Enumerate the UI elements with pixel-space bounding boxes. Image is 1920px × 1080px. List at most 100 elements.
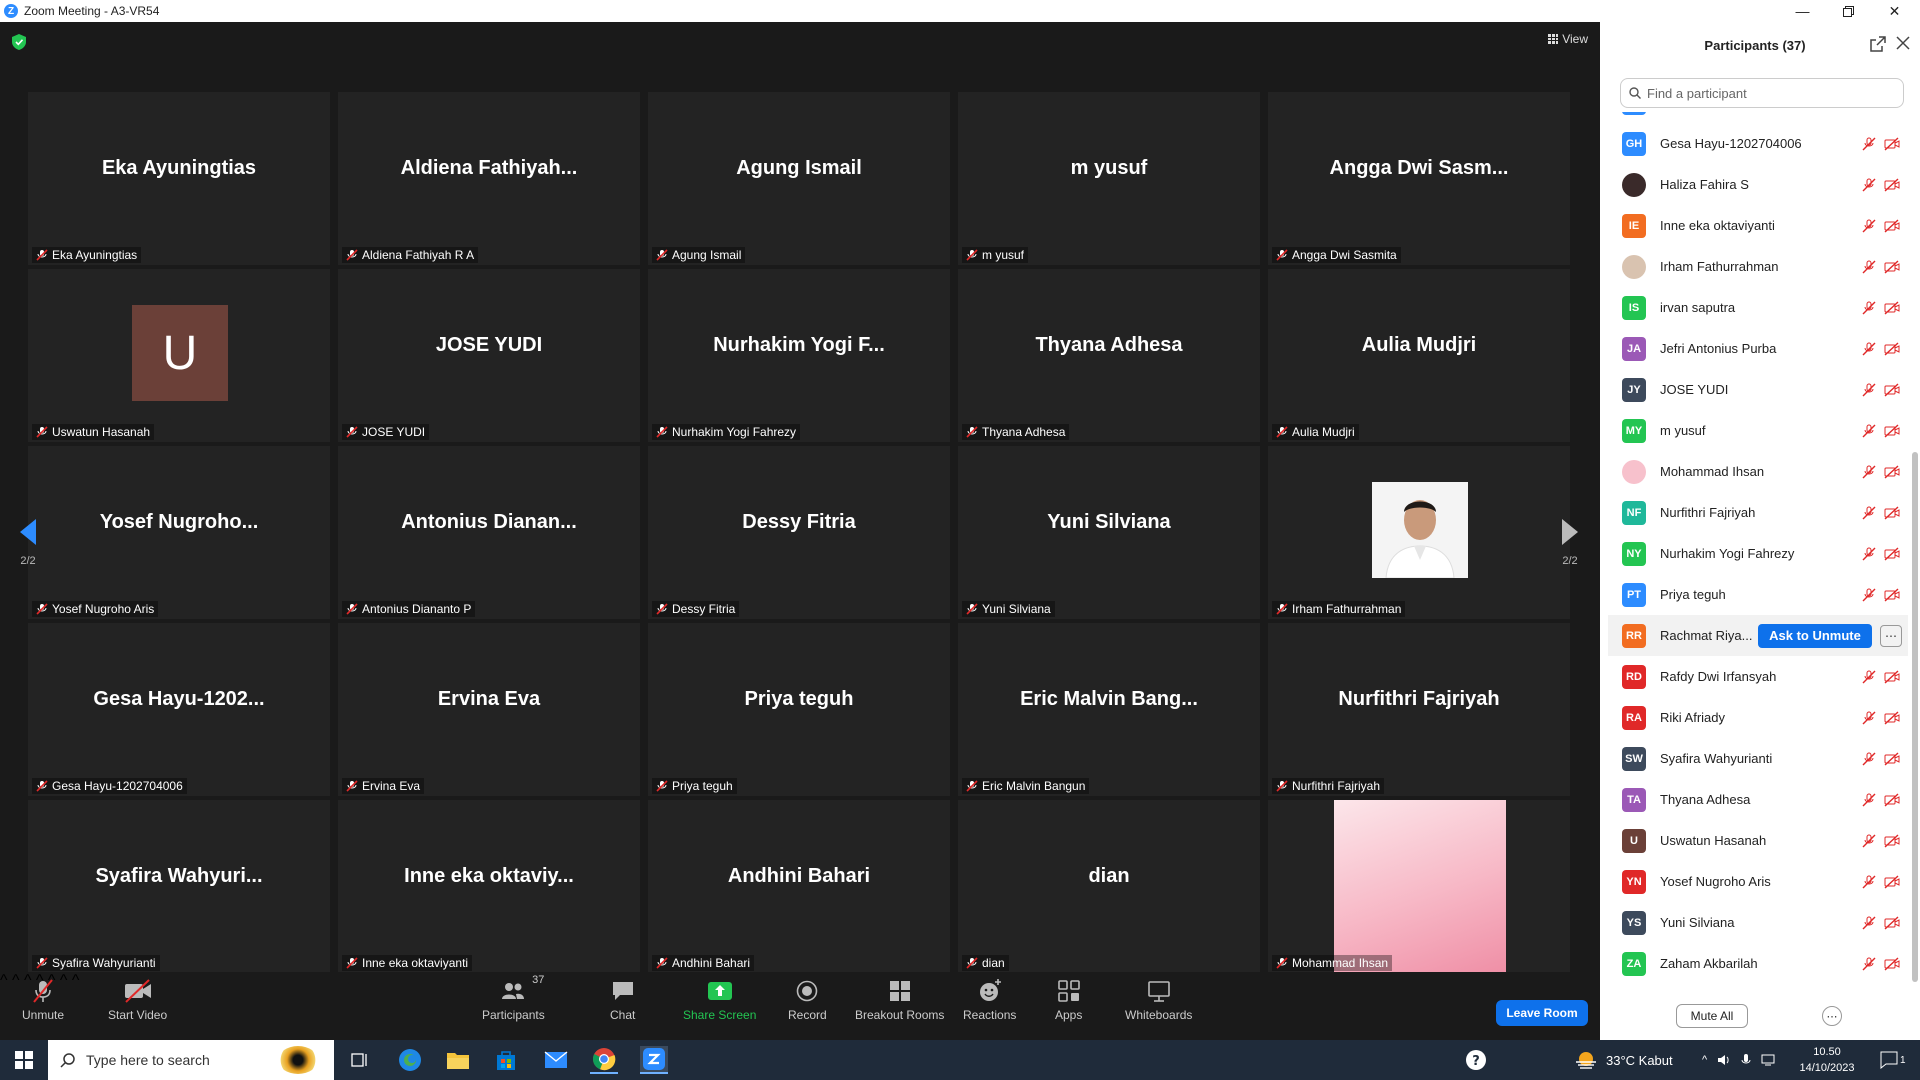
video-tile[interactable]: Nurhakim Yogi F... Nurhakim Yogi Fahrezy xyxy=(648,269,950,442)
video-off-icon[interactable] xyxy=(1884,546,1900,561)
muted-mic-icon[interactable] xyxy=(1862,301,1876,315)
video-tile[interactable]: Irham Fathurrahman xyxy=(1268,446,1570,619)
participant-row[interactable]: RD Rafdy Dwi Irfansyah xyxy=(1608,656,1908,697)
video-tile[interactable]: JOSE YUDI JOSE YUDI xyxy=(338,269,640,442)
participant-row[interactable]: Mohammad Ihsan xyxy=(1608,451,1908,492)
participant-row[interactable]: JA Jefri Antonius Purba xyxy=(1608,328,1908,369)
muted-mic-icon[interactable] xyxy=(1862,793,1876,807)
video-tile[interactable]: Eka Ayuningtias Eka Ayuningtias xyxy=(28,92,330,265)
video-tile[interactable]: Yuni Silviana Yuni Silviana xyxy=(958,446,1260,619)
participant-row[interactable]: Irham Fathurrahman xyxy=(1608,246,1908,287)
help-tray-button[interactable]: ? xyxy=(1462,1046,1490,1074)
video-tile[interactable]: Ervina Eva Ervina Eva xyxy=(338,623,640,796)
video-tile[interactable]: Angga Dwi Sasm... Angga Dwi Sasmita xyxy=(1268,92,1570,265)
participant-row[interactable]: SW Syafira Wahyurianti xyxy=(1608,738,1908,779)
participant-row[interactable]: YS Yuni Silviana xyxy=(1608,902,1908,943)
start-button[interactable] xyxy=(10,1046,38,1074)
video-off-icon[interactable] xyxy=(1884,259,1900,274)
participant-row[interactable]: PT Priya teguh xyxy=(1608,574,1908,615)
muted-mic-icon[interactable] xyxy=(1862,875,1876,889)
participant-row[interactable]: TA Thyana Adhesa xyxy=(1608,779,1908,820)
view-button[interactable]: View xyxy=(1548,32,1588,46)
muted-mic-icon[interactable] xyxy=(1862,424,1876,438)
muted-mic-icon[interactable] xyxy=(1862,547,1876,561)
muted-mic-icon[interactable] xyxy=(1862,260,1876,274)
previous-page-button[interactable]: 2/2 xyxy=(8,488,48,598)
video-tile[interactable]: Yosef Nugroho... Yosef Nugroho Aris xyxy=(28,446,330,619)
video-off-icon[interactable] xyxy=(1884,464,1900,479)
restore-button[interactable] xyxy=(1826,0,1871,22)
video-tile[interactable]: Nurfithri Fajriyah Nurfithri Fajriyah xyxy=(1268,623,1570,796)
next-page-button[interactable]: 2/2 xyxy=(1550,488,1590,598)
muted-mic-icon[interactable] xyxy=(1862,383,1876,397)
muted-mic-icon[interactable] xyxy=(1862,342,1876,356)
video-tile[interactable]: m yusuf m yusuf xyxy=(958,92,1260,265)
video-off-icon[interactable] xyxy=(1884,300,1900,315)
participant-row[interactable]: NY Nurhakim Yogi Fahrezy xyxy=(1608,533,1908,574)
close-window-button[interactable]: ✕ xyxy=(1872,0,1917,22)
video-off-icon[interactable] xyxy=(1884,341,1900,356)
muted-mic-icon[interactable] xyxy=(1862,588,1876,602)
participant-row[interactable]: RA Riki Afriady xyxy=(1608,697,1908,738)
muted-mic-icon[interactable] xyxy=(1862,465,1876,479)
video-tile[interactable]: Dessy Fitria Dessy Fitria xyxy=(648,446,950,619)
participant-row[interactable]: U Uswatun Hasanah xyxy=(1608,820,1908,861)
chrome-app[interactable] xyxy=(590,1046,618,1074)
video-tile[interactable]: Gesa Hayu-1202... Gesa Hayu-1202704006 xyxy=(28,623,330,796)
chevron-up-icon[interactable]: ^ xyxy=(1702,1054,1707,1066)
muted-mic-icon[interactable] xyxy=(1862,711,1876,725)
video-off-icon[interactable] xyxy=(1884,874,1900,889)
muted-mic-icon[interactable] xyxy=(1862,752,1876,766)
mail-app[interactable] xyxy=(542,1046,570,1074)
muted-mic-icon[interactable] xyxy=(1862,219,1876,233)
chat-button[interactable]: Chat xyxy=(610,978,635,1022)
participant-row[interactable]: RR Rachmat Riya... Ask to Unmute ⋯ xyxy=(1608,615,1908,656)
video-off-icon[interactable] xyxy=(1884,218,1900,233)
muted-mic-icon[interactable] xyxy=(1862,178,1876,192)
video-off-icon[interactable] xyxy=(1884,423,1900,438)
video-off-icon[interactable] xyxy=(1884,915,1900,930)
video-off-icon[interactable] xyxy=(1884,136,1900,151)
network-icon[interactable] xyxy=(1761,1053,1777,1067)
video-tile[interactable]: Agung Ismail Agung Ismail xyxy=(648,92,950,265)
video-off-icon[interactable] xyxy=(1884,792,1900,807)
muted-mic-icon[interactable] xyxy=(1862,957,1876,971)
weather-widget[interactable]: 33°C Kabut xyxy=(1574,1040,1673,1080)
video-off-icon[interactable] xyxy=(1884,956,1900,971)
breakout-rooms-button[interactable]: Breakout Rooms xyxy=(855,978,944,1022)
leave-room-button[interactable]: Leave Room xyxy=(1496,1000,1588,1026)
participant-row[interactable]: ZA Zaham Akbarilah xyxy=(1608,943,1908,984)
reactions-button[interactable]: Reactions xyxy=(963,978,1016,1022)
video-off-icon[interactable] xyxy=(1884,669,1900,684)
muted-mic-icon[interactable] xyxy=(1862,916,1876,930)
mute-all-button[interactable]: Mute All xyxy=(1676,1004,1748,1028)
file-explorer-app[interactable] xyxy=(444,1046,472,1074)
participant-row[interactable]: YN Yosef Nugroho Aris xyxy=(1608,861,1908,902)
apps-button[interactable]: Apps xyxy=(1055,978,1082,1022)
notifications-button[interactable]: 1 xyxy=(1880,1040,1906,1080)
whiteboards-button[interactable]: Whiteboards xyxy=(1125,978,1192,1022)
video-tile[interactable]: Eric Malvin Bang... Eric Malvin Bangun xyxy=(958,623,1260,796)
video-off-icon[interactable] xyxy=(1884,833,1900,848)
unmute-button[interactable]: Unmute xyxy=(22,978,64,1022)
participant-row[interactable] xyxy=(1608,112,1908,123)
participant-row[interactable]: JY JOSE YUDI xyxy=(1608,369,1908,410)
video-tile[interactable]: Andhini Bahari Andhini Bahari xyxy=(648,800,950,973)
video-options-caret-icon[interactable]: ^ xyxy=(12,972,20,989)
task-view-button[interactable] xyxy=(346,1046,374,1074)
participant-list-scrollbar[interactable] xyxy=(1912,452,1918,982)
microphone-icon[interactable] xyxy=(1741,1053,1751,1067)
video-tile[interactable]: Syafira Wahyuri... Syafira Wahyurianti xyxy=(28,800,330,973)
video-off-icon[interactable] xyxy=(1884,382,1900,397)
edge-app[interactable] xyxy=(396,1046,424,1074)
video-tile[interactable]: Thyana Adhesa Thyana Adhesa xyxy=(958,269,1260,442)
muted-mic-icon[interactable] xyxy=(1862,137,1876,151)
share-screen-button[interactable]: Share Screen xyxy=(683,978,756,1022)
participant-search[interactable] xyxy=(1620,78,1904,108)
speaker-icon[interactable] xyxy=(1717,1053,1731,1067)
video-off-icon[interactable] xyxy=(1884,505,1900,520)
muted-mic-icon[interactable] xyxy=(1862,834,1876,848)
muted-mic-icon[interactable] xyxy=(1862,670,1876,684)
taskbar-search[interactable]: Type here to search xyxy=(48,1040,334,1080)
participant-row[interactable]: Haliza Fahira S xyxy=(1608,164,1908,205)
